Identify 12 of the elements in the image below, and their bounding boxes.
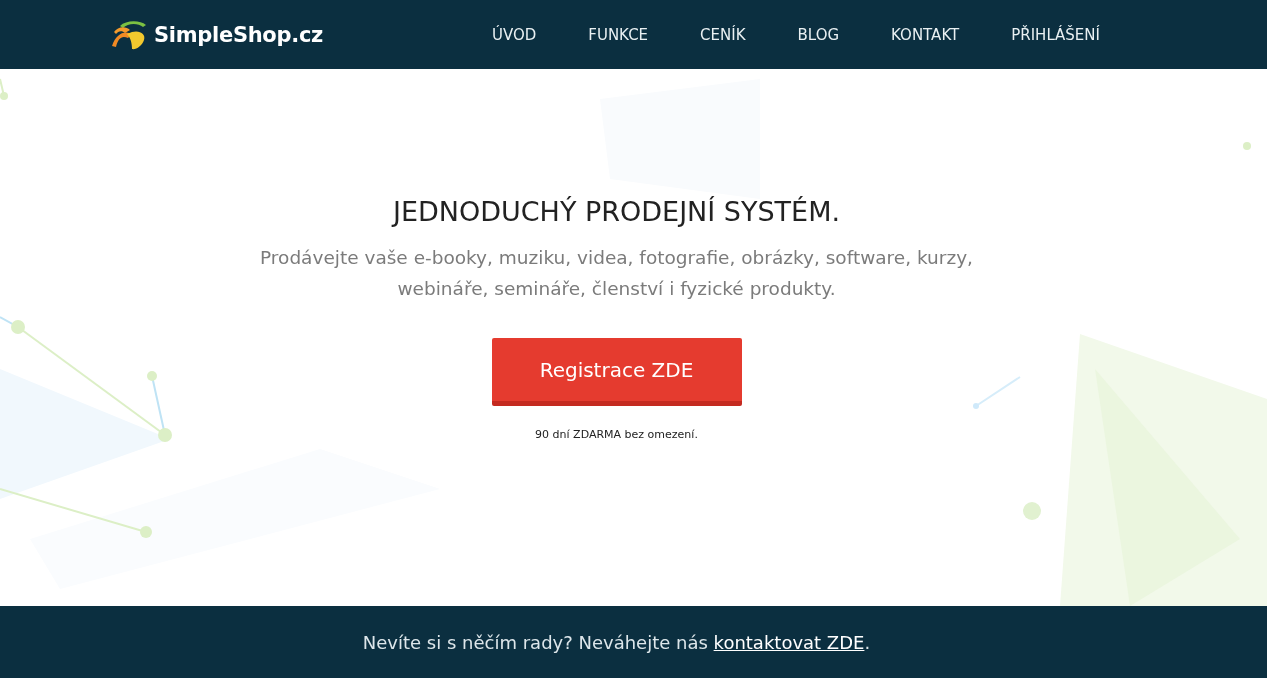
help-text: Nevíte si s něčím rady? Neváhejte nás kontaktovat ZDE. bbox=[362, 631, 871, 653]
hero-subtitle: Prodávejte vaše e-booky, muziku, videa, fotografie, obrázky, software, kurzy, webináře, semináře, členství i fyzické produkty. bbox=[259, 246, 974, 301]
nav-link[interactable]: BLOG bbox=[797, 25, 840, 44]
nav-link[interactable]: ÚVOD bbox=[491, 25, 537, 44]
nav-link[interactable]: CENÍK bbox=[700, 25, 746, 44]
logo-icon bbox=[110, 19, 148, 50]
nav-link[interactable]: FUNKCE bbox=[588, 25, 649, 44]
nav-link[interactable]: KONTAKT bbox=[891, 25, 960, 44]
nav-link[interactable]: PŘIHLÁŠENÍ bbox=[1011, 25, 1100, 44]
hero-title: JEDNODUCHÝ PRODEJNÍ SYSTÉM. bbox=[392, 195, 841, 229]
contact-link[interactable]: kontaktovat ZDE bbox=[713, 631, 865, 653]
logo-text[interactable]: SimpleShop.cz bbox=[154, 22, 323, 47]
